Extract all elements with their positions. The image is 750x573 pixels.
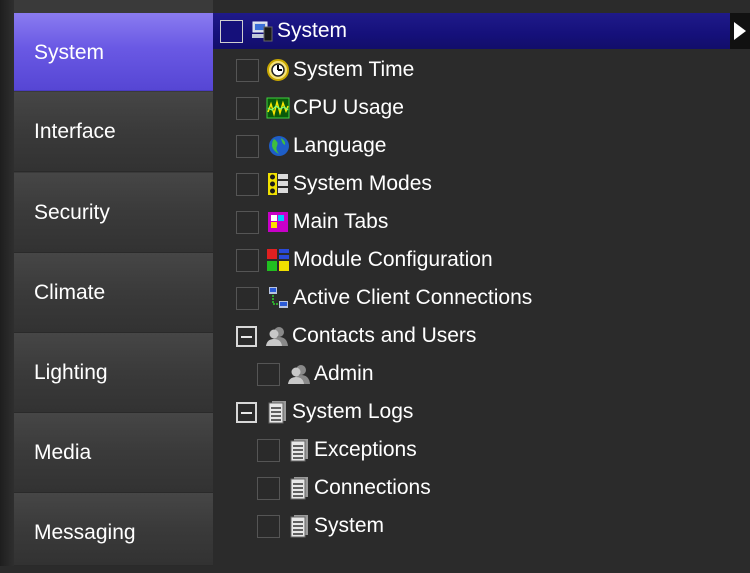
tree-label: Admin	[314, 362, 374, 385]
sidebar-item-climate[interactable]: Climate	[14, 253, 213, 333]
tree-item-active-client-connections[interactable]: Active Client Connections	[236, 280, 532, 316]
tree-label: Module Configuration	[293, 248, 493, 271]
tree-item-admin[interactable]: Admin	[257, 356, 374, 392]
tree-label: Connections	[314, 476, 431, 499]
clock-icon	[266, 58, 290, 82]
tree-item-connections[interactable]: Connections	[257, 470, 431, 506]
log-icon	[265, 400, 289, 424]
checkbox[interactable]	[236, 286, 259, 310]
tree-label: CPU Usage	[293, 96, 404, 119]
sidebar-item-system[interactable]: System	[14, 13, 213, 91]
sidebar-edge	[0, 0, 14, 566]
tree-item-contacts-and-users[interactable]: Contacts and Users	[236, 318, 476, 354]
tabs-icon	[266, 210, 290, 234]
tree-label: Active Client Connections	[293, 286, 533, 309]
sidebar-item-security[interactable]: Security	[14, 173, 213, 253]
collapse-toggle-icon[interactable]	[236, 401, 257, 423]
checkbox[interactable]	[236, 58, 259, 82]
sidebar-item-media[interactable]: Media	[14, 413, 213, 493]
tree-item-language[interactable]: Language	[236, 128, 386, 164]
tree-item-cpu-usage[interactable]: CPU Usage	[236, 90, 404, 126]
checkbox[interactable]	[220, 19, 243, 43]
tree-label: Main Tabs	[293, 210, 389, 233]
checkbox[interactable]	[257, 514, 280, 538]
checkbox[interactable]	[236, 210, 259, 234]
sidebar-item-lighting[interactable]: Lighting	[14, 333, 213, 413]
cpu-graph-icon	[266, 96, 290, 120]
tree-label: Exceptions	[314, 438, 417, 461]
log-icon	[287, 438, 311, 462]
tree-item-system-modes[interactable]: System Modes	[236, 166, 432, 202]
tree-label: System Modes	[293, 172, 432, 195]
users-icon	[265, 324, 289, 348]
tree-root-system[interactable]: System	[220, 13, 347, 49]
tree-item-system-logs[interactable]: System Logs	[236, 394, 413, 430]
tree-label: Language	[293, 134, 387, 157]
checkbox[interactable]	[257, 438, 280, 462]
tree-item-system-log[interactable]: System	[257, 508, 384, 544]
globe-icon	[266, 134, 290, 158]
sidebar: System Interface Security Climate Lighti…	[0, 0, 213, 566]
tree-label: System	[277, 19, 348, 42]
tree-item-exceptions[interactable]: Exceptions	[257, 432, 417, 468]
checkbox[interactable]	[257, 362, 280, 386]
tree-item-main-tabs[interactable]: Main Tabs	[236, 204, 388, 240]
modes-icon	[266, 172, 290, 196]
settings-tree: System System Time CPU Usage Language Sy…	[213, 0, 750, 566]
checkbox[interactable]	[236, 134, 259, 158]
checkbox[interactable]	[236, 248, 259, 272]
tree-label: System Logs	[292, 400, 414, 423]
module-config-icon	[266, 248, 290, 272]
checkbox[interactable]	[236, 96, 259, 120]
collapse-toggle-icon[interactable]	[236, 325, 257, 347]
user-icon	[287, 362, 311, 386]
log-icon	[287, 514, 311, 538]
sidebar-item-interface[interactable]: Interface	[14, 92, 213, 172]
tree-label: System	[314, 514, 385, 537]
tree-item-module-configuration[interactable]: Module Configuration	[236, 242, 493, 278]
sidebar-item-messaging[interactable]: Messaging	[14, 493, 213, 566]
tree-label: System Time	[293, 58, 415, 81]
checkbox[interactable]	[257, 476, 280, 500]
checkbox[interactable]	[236, 172, 259, 196]
scroll-right-arrow-icon[interactable]	[730, 13, 750, 49]
network-icon	[266, 286, 290, 310]
tree-item-system-time[interactable]: System Time	[236, 52, 414, 88]
computer-icon	[250, 19, 274, 43]
log-icon	[287, 476, 311, 500]
tree-label: Contacts and Users	[292, 324, 477, 347]
